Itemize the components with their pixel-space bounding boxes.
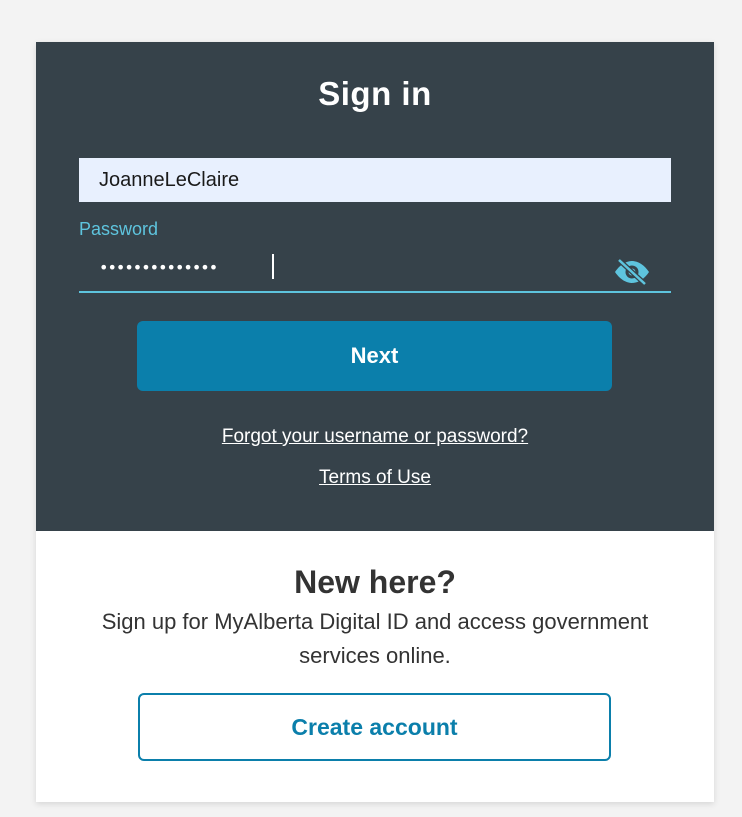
create-account-button[interactable]: Create account xyxy=(138,693,611,761)
password-label: Password xyxy=(79,219,159,239)
username-input[interactable] xyxy=(79,158,671,202)
terms-of-use-link[interactable]: Terms of Use xyxy=(319,467,431,488)
forgot-credentials-link-row: Forgot your username or password? xyxy=(36,426,714,448)
signin-panel: Sign in Password Next Forgot your userna… xyxy=(36,42,714,531)
terms-of-use-link-row: Terms of Use xyxy=(36,467,714,489)
password-input[interactable] xyxy=(99,253,599,281)
signup-description: Sign up for MyAlberta Digital ID and acc… xyxy=(101,609,649,668)
text-caret xyxy=(272,254,274,279)
forgot-credentials-link[interactable]: Forgot your username or password? xyxy=(222,426,528,447)
signin-title: Sign in xyxy=(318,75,432,112)
password-field-wrapper xyxy=(79,245,671,293)
signin-card: Sign in Password Next Forgot your userna… xyxy=(36,42,714,802)
next-button[interactable]: Next xyxy=(137,321,612,391)
new-here-title: New here? xyxy=(294,564,456,600)
eye-slash-icon[interactable] xyxy=(613,258,651,286)
